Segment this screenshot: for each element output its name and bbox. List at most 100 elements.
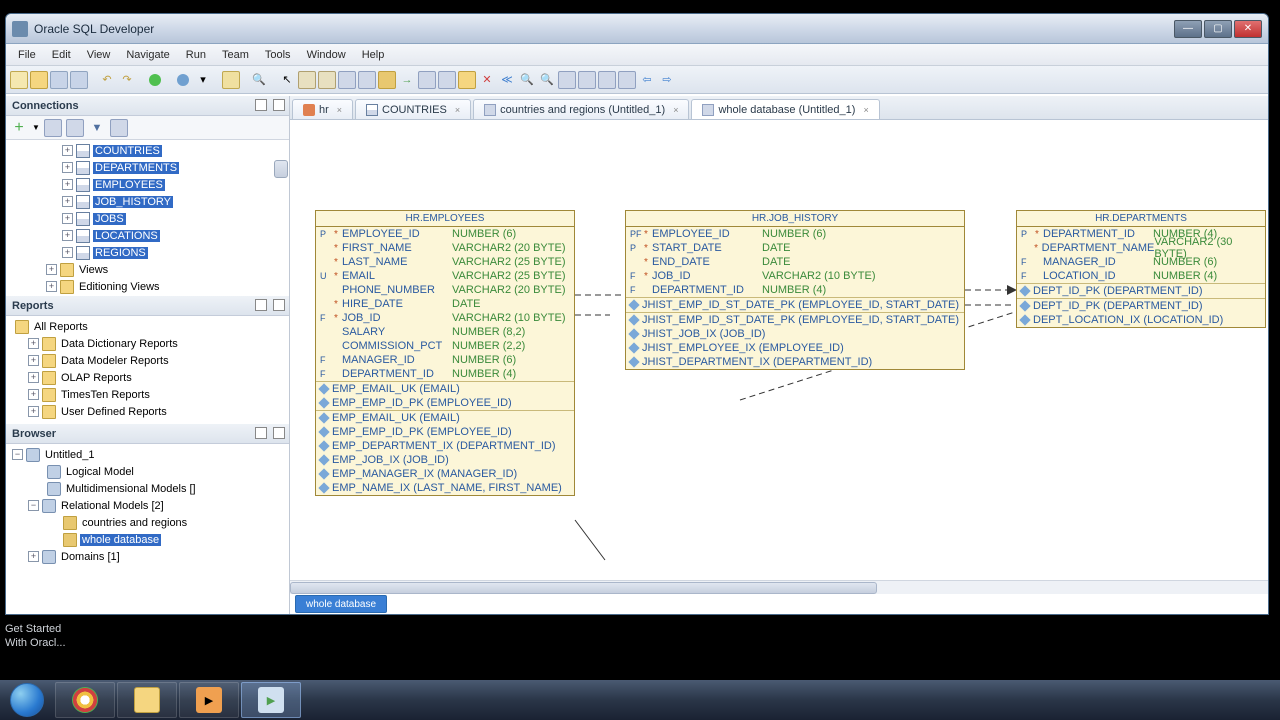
maximize-panel-icon[interactable]: [273, 427, 285, 439]
tree-item-user-defined[interactable]: +User Defined Reports: [8, 403, 287, 420]
minimize-panel-icon[interactable]: [255, 99, 267, 111]
new-icon[interactable]: [10, 71, 28, 89]
dropdown-icon[interactable]: ▾: [194, 71, 212, 89]
menu-navigate[interactable]: Navigate: [118, 47, 177, 63]
add-connection-icon[interactable]: +: [10, 119, 28, 137]
tbl2-icon[interactable]: [418, 71, 436, 89]
minimize-panel-icon[interactable]: [255, 427, 267, 439]
gear-icon[interactable]: [378, 71, 396, 89]
close-button[interactable]: ✕: [1234, 20, 1262, 38]
open-icon[interactable]: [30, 71, 48, 89]
undo-icon[interactable]: ↶: [98, 71, 116, 89]
entity-departments[interactable]: HR.DEPARTMENTS P*DEPARTMENT_IDNUMBER (4)…: [1016, 210, 1266, 328]
tree-item-logical[interactable]: Logical Model: [8, 463, 287, 480]
tree-item-domains[interactable]: +Domains [1]: [8, 548, 287, 565]
connections-tree[interactable]: +COUNTRIES +DEPARTMENTS +EMPLOYEES +JOB_…: [6, 140, 289, 296]
taskbar-chrome[interactable]: [55, 682, 115, 718]
back-icon[interactable]: ⇦: [638, 71, 656, 89]
tree-item-countries[interactable]: +COUNTRIES: [8, 142, 287, 159]
cursor-icon[interactable]: ↖: [278, 71, 296, 89]
minimize-panel-icon[interactable]: [255, 299, 267, 311]
tab-whole-database[interactable]: whole database (Untitled_1)×: [691, 99, 879, 119]
tree-item-untitled[interactable]: −Untitled_1: [8, 446, 287, 463]
scrollbar-thumb[interactable]: [274, 160, 288, 178]
tree-item-editioning-views[interactable]: +Editioning Views: [8, 278, 287, 295]
refresh-icon[interactable]: [110, 119, 128, 137]
tree-item-timesten[interactable]: +TimesTen Reports: [8, 386, 287, 403]
tree-item-whole-database[interactable]: whole database: [8, 531, 287, 548]
zoom-in-icon[interactable]: 🔍: [538, 71, 556, 89]
layout3-icon[interactable]: [618, 71, 636, 89]
titlebar[interactable]: Oracle SQL Developer — ▢ ✕: [6, 14, 1268, 44]
minimize-button[interactable]: —: [1174, 20, 1202, 38]
connections-panel-header[interactable]: Connections: [6, 96, 289, 116]
filter-icon[interactable]: ▼: [88, 119, 106, 137]
run-icon[interactable]: [146, 71, 164, 89]
table-icon[interactable]: [298, 71, 316, 89]
tab-countries[interactable]: COUNTRIES×: [355, 99, 471, 119]
menu-view[interactable]: View: [79, 47, 119, 63]
arrow-icon[interactable]: →: [398, 71, 416, 89]
layout1-icon[interactable]: [578, 71, 596, 89]
tree-item-employees[interactable]: +EMPLOYEES: [8, 176, 287, 193]
browser-panel-header[interactable]: Browser: [6, 424, 289, 444]
bottom-tab-whole-database[interactable]: whole database: [295, 595, 387, 613]
close-tab-icon[interactable]: ×: [863, 105, 868, 115]
delete-icon[interactable]: ✕: [478, 71, 496, 89]
conn-tb-icon2[interactable]: [44, 119, 62, 137]
maximize-button[interactable]: ▢: [1204, 20, 1232, 38]
tab-hr[interactable]: hr×: [292, 99, 353, 119]
globe-icon[interactable]: [174, 71, 192, 89]
tree-item-jobs[interactable]: +JOBS: [8, 210, 287, 227]
view-icon[interactable]: [318, 71, 336, 89]
fit-icon[interactable]: [558, 71, 576, 89]
tree-item-regions[interactable]: +REGIONS: [8, 244, 287, 261]
close-tab-icon[interactable]: ×: [337, 105, 342, 115]
menu-help[interactable]: Help: [354, 47, 393, 63]
tree-item-departments[interactable]: +DEPARTMENTS: [8, 159, 287, 176]
tree-item-relational[interactable]: −Relational Models [2]: [8, 497, 287, 514]
tree-item-job-history[interactable]: +JOB_HISTORY: [8, 193, 287, 210]
entity-employees[interactable]: HR.EMPLOYEES P*EMPLOYEE_IDNUMBER (6)*FIR…: [315, 210, 575, 496]
sql-icon[interactable]: [222, 71, 240, 89]
reports-tree[interactable]: All Reports +Data Dictionary Reports +Da…: [6, 316, 289, 424]
menu-edit[interactable]: Edit: [44, 47, 79, 63]
menu-tools[interactable]: Tools: [257, 47, 299, 63]
close-tab-icon[interactable]: ×: [455, 105, 460, 115]
start-button[interactable]: [0, 680, 54, 720]
redo-icon[interactable]: ↷: [118, 71, 136, 89]
fk-icon[interactable]: [358, 71, 376, 89]
menu-file[interactable]: File: [10, 47, 44, 63]
maximize-panel-icon[interactable]: [273, 99, 285, 111]
tree-item-countries-regions[interactable]: countries and regions: [8, 514, 287, 531]
close-tab-icon[interactable]: ×: [673, 105, 678, 115]
taskbar-explorer[interactable]: [117, 682, 177, 718]
tab-countries-regions[interactable]: countries and regions (Untitled_1)×: [473, 99, 689, 119]
tree-item-olap[interactable]: +OLAP Reports: [8, 369, 287, 386]
maximize-panel-icon[interactable]: [273, 299, 285, 311]
tree-item-multidim[interactable]: Multidimensional Models []: [8, 480, 287, 497]
menu-run[interactable]: Run: [178, 47, 214, 63]
forward-icon[interactable]: ⇨: [658, 71, 676, 89]
taskbar-media[interactable]: ▶: [179, 682, 239, 718]
reports-panel-header[interactable]: Reports: [6, 296, 289, 316]
zoom-out-icon[interactable]: 🔍: [518, 71, 536, 89]
tree-item-locations[interactable]: +LOCATIONS: [8, 227, 287, 244]
horizontal-scrollbar[interactable]: [290, 580, 1268, 594]
menu-window[interactable]: Window: [299, 47, 354, 63]
save-icon[interactable]: [50, 71, 68, 89]
entity-job-history[interactable]: HR.JOB_HISTORY PF*EMPLOYEE_IDNUMBER (6)P…: [625, 210, 965, 370]
menu-team[interactable]: Team: [214, 47, 257, 63]
diagram-canvas[interactable]: HR.EMPLOYEES P*EMPLOYEE_IDNUMBER (6)*FIR…: [290, 120, 1268, 614]
browser-tree[interactable]: −Untitled_1 Logical Model Multidimension…: [6, 444, 289, 614]
layout2-icon[interactable]: [598, 71, 616, 89]
tbl3-icon[interactable]: [438, 71, 456, 89]
tree-item-data-modeler[interactable]: +Data Modeler Reports: [8, 352, 287, 369]
binoculars-icon[interactable]: 🔍: [250, 71, 268, 89]
taskbar-sqldeveloper[interactable]: ▶: [241, 682, 301, 718]
conn-tb-icon3[interactable]: [66, 119, 84, 137]
tree-item-all-reports[interactable]: All Reports: [8, 318, 287, 335]
save-all-icon[interactable]: [70, 71, 88, 89]
split-icon[interactable]: [338, 71, 356, 89]
folder-icon[interactable]: [458, 71, 476, 89]
